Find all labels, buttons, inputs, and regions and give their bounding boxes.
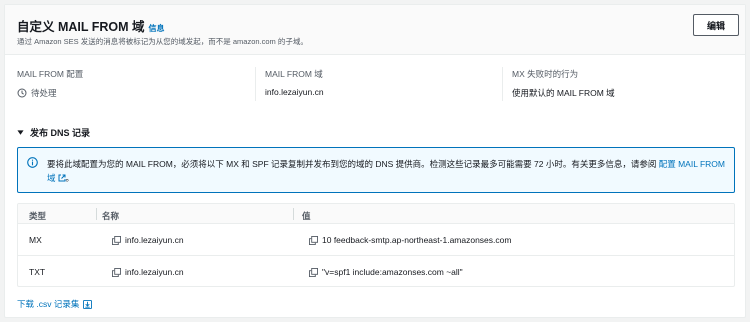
- download-csv-label: 下载 .csv 记录集: [17, 299, 80, 309]
- mail-from-config-field: MAIL FROM 配置 待处理: [17, 68, 257, 99]
- table-row: MX info.lezaiyun.cn 10 feedback-smtp.ap-…: [18, 224, 734, 255]
- panel-description: 通过 Amazon SES 发送的消息将被标记为从您的域发起，而不是 amazo…: [17, 37, 308, 46]
- external-link-icon: [58, 174, 66, 182]
- mx-failure-behavior-value: 使用默认的 MAIL FROM 域: [512, 88, 615, 98]
- edit-button[interactable]: 编辑: [693, 14, 739, 36]
- column-divider: [255, 67, 256, 101]
- mail-from-config-label: MAIL FROM 配置: [17, 69, 84, 79]
- mx-failure-behavior-field: MX 失败时的行为 使用默认的 MAIL FROM 域: [512, 68, 750, 99]
- mail-from-domain-field: MAIL FROM 域 info.lezaiyun.cn: [265, 68, 505, 97]
- mx-failure-behavior-label: MX 失败时的行为: [512, 69, 579, 79]
- mail-from-domain-label: MAIL FROM 域: [265, 69, 323, 79]
- dns-info-alert: 要将此域配置为您的 MAIL FROM，必须将以下 MX 和 SPF 记录复制并…: [17, 147, 735, 193]
- table-row: TXT info.lezaiyun.cn "v=spf1 include:ama…: [18, 255, 734, 286]
- copy-icon[interactable]: [112, 235, 121, 245]
- column-header-value: 值: [302, 211, 311, 221]
- info-link[interactable]: 信息: [149, 23, 165, 34]
- copy-icon[interactable]: [309, 235, 318, 245]
- column-header-type: 类型: [29, 211, 47, 221]
- column-separator: [96, 208, 97, 220]
- record-value: 10 feedback-smtp.ap-northeast-1.amazonse…: [322, 235, 512, 245]
- mail-from-domain-panel: 自定义 MAIL FROM 域 信息 通过 Amazon SES 发送的消息将被…: [4, 4, 746, 318]
- record-value-cell: 10 feedback-smtp.ap-northeast-1.amazonse…: [309, 235, 511, 245]
- record-name: info.lezaiyun.cn: [125, 267, 184, 277]
- copy-icon[interactable]: [309, 267, 318, 277]
- alert-message: 要将此域配置为您的 MAIL FROM，必须将以下 MX 和 SPF 记录复制并…: [47, 157, 727, 185]
- title-row: 自定义 MAIL FROM 域 信息: [17, 16, 165, 35]
- column-separator: [293, 208, 294, 220]
- publish-dns-records-title: 发布 DNS 记录: [30, 128, 91, 138]
- mail-from-domain-value: info.lezaiyun.cn: [265, 87, 324, 97]
- publish-dns-records-toggle[interactable]: 发布 DNS 记录: [17, 126, 90, 139]
- alert-text: 要将此域配置为您的 MAIL FROM，必须将以下 MX 和 SPF 记录复制并…: [47, 159, 657, 169]
- mail-from-config-status: 待处理: [17, 87, 257, 99]
- record-name: info.lezaiyun.cn: [125, 235, 184, 245]
- column-header-name: 名称: [102, 211, 120, 221]
- dns-records-table: 类型 名称 值 MX info.lezaiyun.cn 10 feedback-…: [17, 203, 735, 287]
- pending-clock-icon: [17, 88, 27, 98]
- alert-period: 。: [65, 173, 75, 183]
- panel-title: 自定义 MAIL FROM 域: [17, 20, 145, 34]
- info-circle-icon: [27, 157, 38, 168]
- download-csv-link[interactable]: 下载 .csv 记录集: [17, 298, 93, 310]
- column-divider: [502, 67, 503, 101]
- mail-from-config-value: 待处理: [31, 88, 57, 98]
- copy-icon[interactable]: [112, 267, 121, 277]
- download-icon: [83, 299, 93, 309]
- record-value-cell: "v=spf1 include:amazonses.com ~all": [309, 267, 463, 277]
- record-type: TXT: [29, 267, 46, 277]
- table-header: 类型 名称 值: [18, 204, 734, 224]
- record-name-cell: info.lezaiyun.cn: [112, 235, 184, 245]
- caret-down-icon: [17, 130, 24, 135]
- record-value: "v=spf1 include:amazonses.com ~all": [322, 267, 463, 277]
- panel-header: 自定义 MAIL FROM 域 信息 通过 Amazon SES 发送的消息将被…: [5, 5, 745, 55]
- record-name-cell: info.lezaiyun.cn: [112, 267, 184, 277]
- record-type: MX: [29, 235, 42, 245]
